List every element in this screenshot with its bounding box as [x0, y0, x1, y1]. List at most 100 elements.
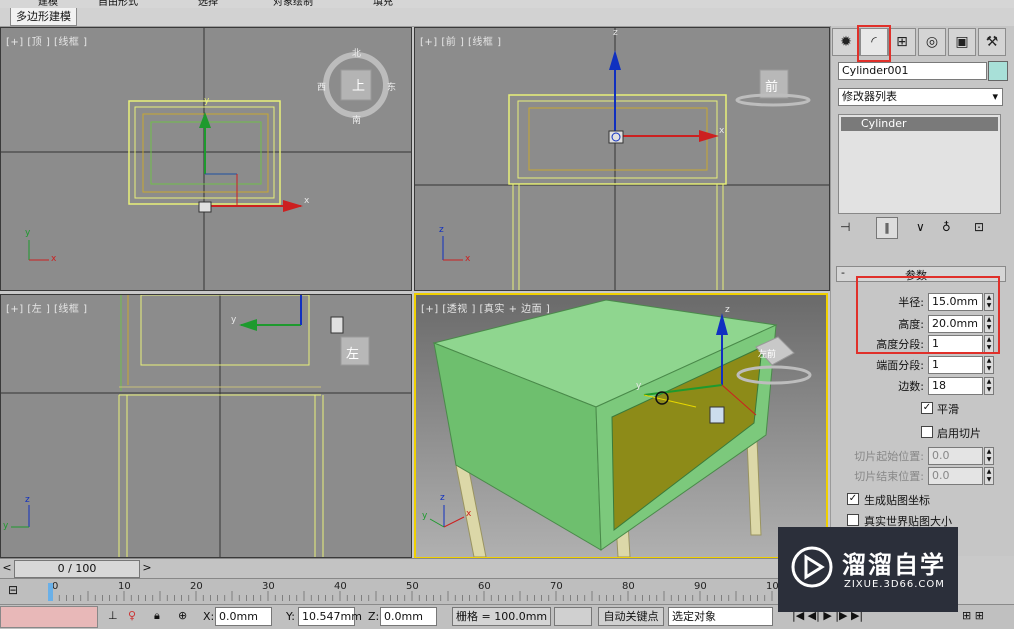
- gen-map-coords-checkbox[interactable]: ✓: [847, 493, 859, 505]
- viewport-perspective-label[interactable]: [+] [透视 ] [真实 + 边面 ]: [421, 300, 550, 315]
- modifier-list-dropdown[interactable]: 修改器列表 ▾: [838, 88, 1003, 106]
- grid-size-readout: 栅格 = 100.0mm: [452, 607, 551, 626]
- timeline-tick-label: 10: [118, 581, 131, 592]
- auto-key-button[interactable]: 自动关键点: [598, 607, 664, 626]
- track-bar[interactable]: ⊟ 0102030405060708090100: [0, 578, 780, 605]
- object-name-field[interactable]: Cylinder001: [838, 62, 987, 80]
- create-icon[interactable]: ✹: [832, 28, 860, 56]
- smooth-label: 平滑: [937, 403, 959, 416]
- timeline-tick-label: 60: [478, 581, 491, 592]
- real-world-map-checkbox[interactable]: [847, 514, 859, 526]
- slice-to-spinner[interactable]: ▲ ▼: [984, 467, 994, 485]
- timeline-tick-label: 30: [262, 581, 275, 592]
- ribbon-tab-object-paint[interactable]: 对象绘制: [273, 0, 313, 8]
- add-time-tag[interactable]: [554, 607, 592, 626]
- viewport-top[interactable]: [+] [顶 ] [线框 ] 上 北 南 西 东 y x y x: [0, 27, 412, 291]
- gizmo-z-label: z: [613, 28, 618, 38]
- cap-segments-field[interactable]: 1: [928, 356, 983, 374]
- viewcube-east: 东: [387, 83, 397, 93]
- viewcube-persp-face[interactable]: 左前: [758, 347, 776, 360]
- isolate-icon[interactable]: ♀: [128, 609, 136, 622]
- x-coord-label: X:: [203, 610, 215, 623]
- z-coord-field[interactable]: 0.0mm: [380, 607, 437, 626]
- front-grid: [415, 28, 829, 290]
- maxscript-listener[interactable]: [0, 606, 98, 628]
- selection-set-value: 选定对象: [672, 610, 716, 623]
- selection-lock-icon[interactable]: ⊥: [108, 609, 118, 622]
- sides-spinner[interactable]: ▲ ▼: [984, 377, 994, 395]
- play-logo-icon: [791, 546, 833, 588]
- ribbon-subtab-poly-modeling[interactable]: 多边形建模: [10, 8, 77, 26]
- viewport-top-label[interactable]: [+] [顶 ] [线框 ]: [6, 33, 88, 48]
- configure-sets-icon[interactable]: ⊡: [974, 220, 984, 234]
- ribbon-tab-populate[interactable]: 填充: [373, 0, 393, 8]
- viewcube-front-face[interactable]: 前: [765, 76, 778, 95]
- y-coord-label: Y:: [286, 610, 295, 623]
- viewport-front-label[interactable]: [+] [前 ] [线框 ]: [420, 33, 502, 48]
- modifier-stack[interactable]: Cylinder: [838, 114, 1001, 214]
- make-unique-icon[interactable]: ∨: [916, 220, 925, 234]
- slice-to-field[interactable]: 0.0: [928, 467, 983, 485]
- slice-from-field[interactable]: 0.0: [928, 447, 983, 465]
- params-highlight: [856, 276, 1000, 354]
- absolute-mode-icon[interactable]: ⊕: [178, 609, 187, 622]
- slice-from-spinner[interactable]: ▲ ▼: [984, 447, 994, 465]
- time-marker: [48, 583, 53, 601]
- viewcube-south: 南: [352, 116, 362, 126]
- time-slider-thumb[interactable]: 0 / 100: [14, 560, 140, 578]
- x-coord-field[interactable]: 0.0mm: [215, 607, 272, 626]
- viewport-perspective[interactable]: [+] [透视 ] [真实 + 边面 ] 左前 z y z x y: [414, 293, 828, 559]
- perspective-scene: [416, 295, 826, 557]
- corner-axis-y: y: [25, 228, 31, 238]
- modifier-list-label: 修改器列表: [842, 90, 897, 103]
- viewport-front[interactable]: [+] [前 ] [线框 ] 前 z x z x: [414, 27, 830, 291]
- corner-axis-x-persp: x: [466, 509, 472, 519]
- show-end-result-icon[interactable]: ‖: [876, 217, 898, 239]
- slice-on-checkbox[interactable]: [921, 426, 933, 438]
- slice-on-label: 启用切片: [937, 427, 981, 440]
- watermark-url: ZIXUE.3D66.COM: [844, 579, 945, 590]
- slice-to-label: 切片结束位置:: [854, 470, 924, 483]
- corner-axis-y-left: y: [3, 521, 9, 531]
- timeline-tick-label: 80: [622, 581, 635, 592]
- corner-axis-x: x: [51, 254, 57, 264]
- smooth-checkbox[interactable]: ✓: [921, 402, 933, 414]
- zoom-extents-icon[interactable]: ⊞ ⊞: [962, 609, 984, 622]
- y-coord-field[interactable]: 10.547mm: [298, 607, 362, 626]
- object-color-swatch[interactable]: [988, 61, 1008, 81]
- timeline-tick-label: 90: [694, 581, 707, 592]
- corner-axis-x-front: x: [465, 254, 471, 264]
- corner-axis-y-persp: y: [422, 511, 428, 521]
- remove-modifier-icon[interactable]: ♁: [942, 220, 951, 234]
- sides-field[interactable]: 18: [928, 377, 983, 395]
- viewcube-top-face[interactable]: 上: [352, 75, 365, 94]
- z-coord-label: Z:: [368, 610, 380, 623]
- timeline-tick-label: 50: [406, 581, 419, 592]
- ribbon-tab-freeform[interactable]: 自由形式: [98, 0, 138, 8]
- hierarchy-icon[interactable]: ⊞: [888, 28, 916, 56]
- viewcube-left-face[interactable]: 左: [346, 343, 359, 362]
- corner-axis-z-persp: z: [440, 493, 445, 503]
- viewport-left-label[interactable]: [+] [左 ] [线框 ]: [6, 300, 88, 315]
- pin-stack-icon[interactable]: ⊣: [840, 220, 850, 234]
- ribbon-tab-selection[interactable]: 选择: [198, 0, 218, 8]
- utilities-icon[interactable]: ⚒: [978, 28, 1006, 56]
- chevron-down-icon: ▾: [992, 90, 998, 103]
- selection-set-dropdown[interactable]: 选定对象: [668, 607, 773, 626]
- ribbon-tab-modeling[interactable]: 建模: [38, 0, 58, 8]
- viewport-left[interactable]: [+] [左 ] [线框 ] 左 y z y: [0, 294, 412, 558]
- timeline-ticks: 0102030405060708090100: [51, 581, 780, 601]
- stack-item-cylinder[interactable]: Cylinder: [841, 117, 998, 131]
- sides-label: 边数:: [898, 380, 924, 393]
- top-grid: [1, 28, 411, 290]
- modify-tab-highlight: [857, 25, 891, 62]
- viewcube-west: 西: [317, 83, 327, 93]
- corner-axis-z-left: z: [25, 495, 30, 505]
- motion-icon[interactable]: ◎: [918, 28, 946, 56]
- display-icon[interactable]: ▣: [948, 28, 976, 56]
- time-slider-track[interactable]: < 0 / 100 >: [0, 558, 830, 579]
- lock-icon[interactable]: 🔒︎: [154, 609, 160, 623]
- prev-frame-icon[interactable]: <: [2, 561, 12, 575]
- cap-segments-spinner[interactable]: ▲ ▼: [984, 356, 994, 374]
- next-frame-icon[interactable]: >: [142, 561, 152, 575]
